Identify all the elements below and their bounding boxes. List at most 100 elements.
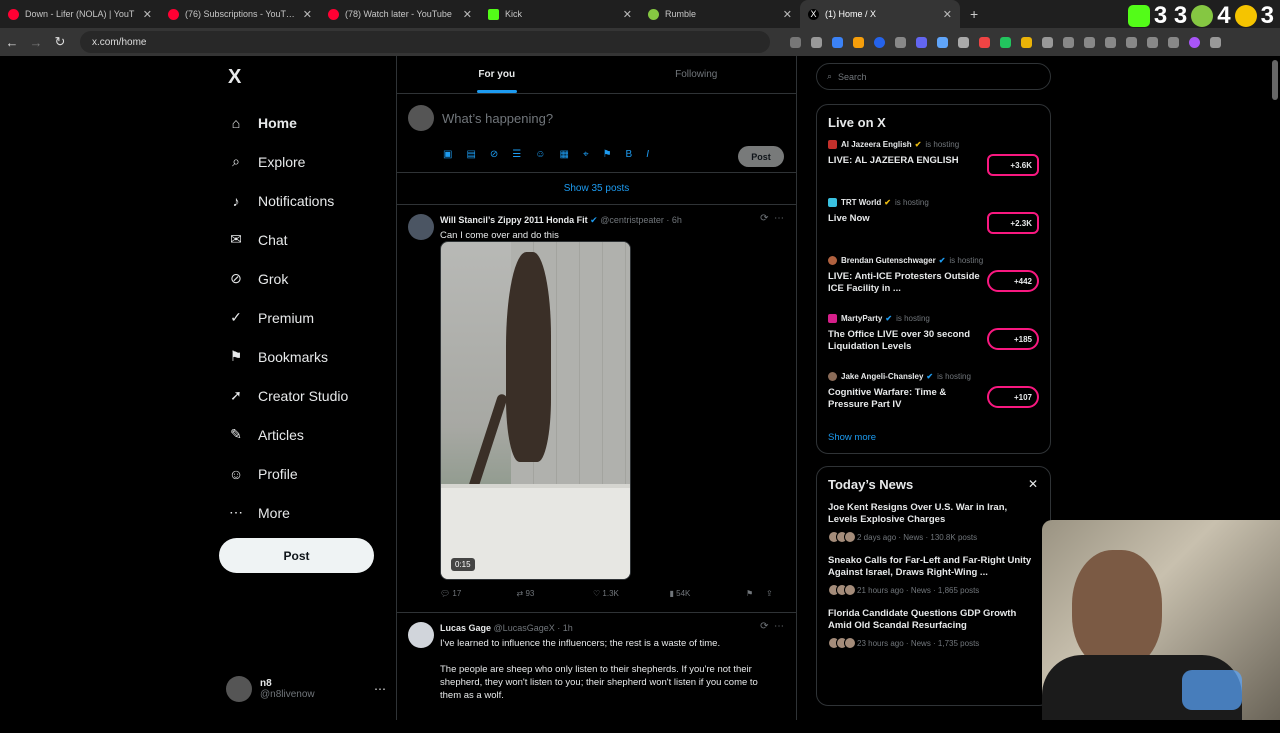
extension-icon[interactable] — [937, 36, 948, 48]
live-item[interactable]: MartyParty ✔ is hosting The Office LIVE ov… — [828, 314, 1039, 372]
browser-tab[interactable]: Down - Lifer (NOLA) | YouT ✕ — [0, 0, 160, 28]
gif-icon[interactable]: ▤ — [466, 149, 475, 160]
close-icon[interactable]: ✕ — [463, 8, 472, 21]
close-icon[interactable]: ✕ — [783, 8, 792, 21]
nav-chat[interactable]: ✉ Chat — [218, 220, 388, 259]
italic-icon[interactable]: I — [646, 149, 649, 160]
show-more-link[interactable]: Show more — [828, 432, 1039, 443]
history-icon[interactable] — [1063, 36, 1074, 48]
menu-icon[interactable] — [1168, 36, 1179, 48]
tweet-video[interactable]: 0:15 — [440, 241, 631, 580]
poll-icon[interactable]: ☰ — [512, 149, 521, 160]
install-icon[interactable] — [790, 36, 801, 48]
extension-icon[interactable] — [979, 36, 990, 48]
nav-creator-studio[interactable]: ➚ Creator Studio — [218, 376, 388, 415]
extension-icon[interactable] — [832, 36, 843, 48]
forward-icon[interactable]: → — [24, 35, 48, 50]
live-badge[interactable]: +185 — [987, 328, 1039, 350]
kebab-menu-icon[interactable] — [1210, 36, 1221, 48]
browser-tab-active[interactable]: X (1) Home / X ✕ — [800, 0, 960, 28]
more-icon[interactable]: ⋯ — [374, 682, 386, 696]
kick-icon[interactable] — [1127, 5, 1150, 27]
show-posts-link[interactable]: Show 35 posts — [397, 173, 796, 205]
tab-for-you[interactable]: For you — [397, 56, 597, 93]
live-item[interactable]: Al Jazeera English ✔ is hosting LIVE: AL J… — [828, 140, 1039, 198]
author-handle[interactable]: @LucasGageX — [494, 623, 555, 633]
extension-icon[interactable] — [1084, 36, 1095, 48]
sidebar-icon[interactable] — [1126, 36, 1137, 48]
nav-home[interactable]: ⌂ Home — [218, 103, 388, 142]
author-name[interactable]: Will Stancil’s Zippy 2011 Honda Fit — [440, 215, 588, 225]
live-badge[interactable]: +442 — [987, 270, 1039, 292]
nav-more[interactable]: ⋯ More — [218, 493, 388, 532]
grok-icon[interactable]: ⊘ — [490, 149, 498, 160]
extension-icon[interactable] — [916, 36, 927, 48]
emoji-icon[interactable]: ☺ — [535, 149, 545, 160]
live-item[interactable]: TRT World ✔ is hosting Live Now +2.3K — [828, 198, 1039, 256]
close-icon[interactable]: ✕ — [303, 8, 312, 21]
tab-following[interactable]: Following — [597, 56, 797, 93]
author-handle[interactable]: @centristpeater — [600, 215, 664, 225]
nav-premium[interactable]: ✓ Premium — [218, 298, 388, 337]
post-button[interactable]: Post — [219, 538, 374, 573]
close-icon[interactable]: ✕ — [943, 8, 952, 21]
nav-notifications[interactable]: ♪ Notifications — [218, 181, 388, 220]
browser-tab[interactable]: (76) Subscriptions - YouTube ✕ — [160, 0, 320, 28]
image-icon[interactable]: ▣ — [443, 149, 452, 160]
compose-input[interactable]: What’s happening? — [442, 111, 553, 126]
extension-icon[interactable] — [853, 36, 864, 48]
repost-button[interactable]: ⇄ 93 — [517, 589, 594, 598]
extension-icon[interactable] — [874, 36, 885, 48]
live-item[interactable]: Brendan Gutenschwager ✔ is hosting LIVE: A… — [828, 256, 1039, 314]
views-button[interactable]: ▮ 54K — [670, 589, 747, 598]
live-badge[interactable]: +107 — [987, 386, 1039, 408]
extension-icon[interactable] — [1000, 36, 1011, 48]
tweet[interactable]: Will Stancil’s Zippy 2011 Honda Fit ✔ @c… — [397, 205, 796, 613]
live-badge[interactable]: +2.3K — [987, 212, 1039, 234]
tweet[interactable]: Lucas Gage @LucasGageX · 1h ⟳ ⋯ I've lea… — [397, 613, 796, 733]
close-icon[interactable]: ✕ — [1028, 477, 1038, 491]
address-bar[interactable]: x.com/home — [80, 31, 770, 53]
profile-avatar[interactable] — [1189, 36, 1200, 48]
share-icon[interactable]: ⇪ — [766, 589, 780, 598]
browser-tab[interactable]: (78) Watch later - YouTube ✕ — [320, 0, 480, 28]
more-icon[interactable]: ⟳ ⋯ — [760, 621, 784, 632]
code-icon[interactable] — [1105, 36, 1116, 48]
more-icon[interactable]: ⟳ ⋯ — [760, 213, 784, 224]
news-item[interactable]: Sneako Calls for Far-Left and Far-Right … — [828, 555, 1039, 596]
reload-icon[interactable]: ↻ — [48, 34, 72, 50]
extension-icon[interactable] — [1234, 5, 1257, 27]
like-button[interactable]: ♡ 1.3K — [593, 589, 670, 598]
schedule-icon[interactable]: ▦ — [559, 149, 568, 160]
browser-tab[interactable]: Kick ✕ — [480, 0, 640, 28]
x-logo[interactable]: X — [228, 66, 388, 89]
extension-icon[interactable] — [958, 36, 969, 48]
extension-icon[interactable] — [1021, 36, 1032, 48]
extension-icon[interactable] — [895, 36, 906, 48]
compose-post-button[interactable]: Post — [738, 146, 784, 167]
nav-articles[interactable]: ✎ Articles — [218, 415, 388, 454]
live-badge[interactable]: +3.6K — [987, 154, 1039, 176]
news-item[interactable]: Joe Kent Resigns Over U.S. War in Iran, … — [828, 502, 1039, 543]
nav-grok[interactable]: ⊘ Grok — [218, 259, 388, 298]
nav-profile[interactable]: ☺ Profile — [218, 454, 388, 493]
extension-icon[interactable] — [1147, 36, 1158, 48]
flag-icon[interactable]: ⚑ — [603, 149, 612, 160]
avatar[interactable] — [408, 214, 434, 240]
nav-explore[interactable]: ⌕ Explore — [218, 142, 388, 181]
close-icon[interactable]: ✕ — [143, 8, 152, 21]
avatar[interactable] — [408, 622, 434, 648]
reply-button[interactable]: 💬︎ 17 — [440, 589, 517, 598]
new-tab-button[interactable]: + — [970, 6, 978, 22]
page-scrollbar[interactable] — [1272, 60, 1278, 100]
bold-icon[interactable]: B — [626, 149, 633, 160]
star-icon[interactable] — [811, 36, 822, 48]
browser-tab[interactable]: Rumble ✕ — [640, 0, 800, 28]
author-name[interactable]: Lucas Gage — [440, 623, 491, 633]
back-icon[interactable]: ← — [0, 35, 24, 50]
live-item[interactable]: Jake Angeli-Chansley ✔ is hosting Cognitiv… — [828, 372, 1039, 430]
nav-bookmarks[interactable]: ⚑ Bookmarks — [218, 337, 388, 376]
bookmark-icon[interactable]: ⚑ — [746, 589, 766, 598]
close-icon[interactable]: ✕ — [623, 8, 632, 21]
account-switcher[interactable]: n8 @n8livenow ⋯ — [226, 676, 386, 702]
